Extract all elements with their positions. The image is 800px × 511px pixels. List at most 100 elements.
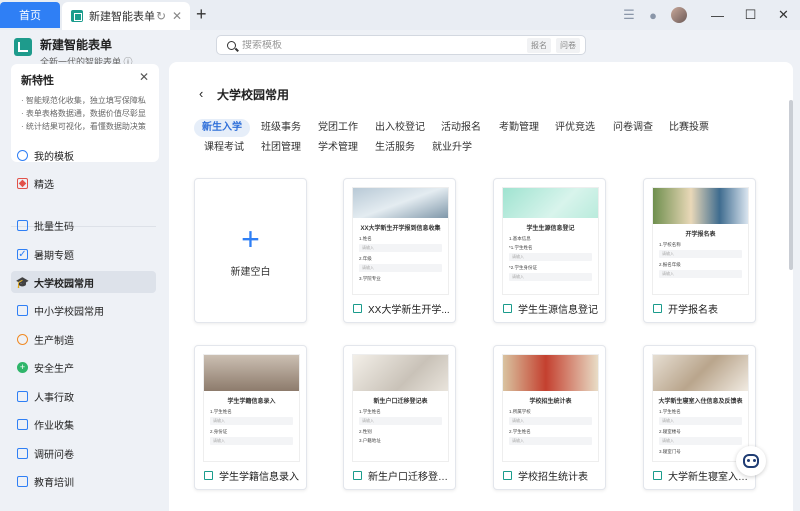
template-thumbnail: 开学报名表 1.学校名称 请输入 2.报名年级 请输入 <box>652 187 749 295</box>
template-thumbnail: XX大学新生开学报到信息收集 1.姓名 请输入 2.年级 请输入 3.学院专业 <box>352 187 449 295</box>
category-tab[interactable]: 比赛投票 <box>661 119 717 137</box>
school-icon <box>17 304 28 316</box>
sidebar-item-safety[interactable]: + 安全生产 <box>11 356 156 378</box>
survey-icon <box>17 447 28 459</box>
feature-line: · 智能规范化收集，独立填写保障私 <box>21 96 146 105</box>
category-tab[interactable]: 新生入学 <box>194 119 250 137</box>
category-tab[interactable]: 出入校登记 <box>367 119 433 137</box>
search-input[interactable] <box>242 39 527 51</box>
form-icon <box>204 470 213 480</box>
sidebar-item-education[interactable]: 教育培训 <box>11 470 156 492</box>
inbox-icon <box>17 418 28 430</box>
search-tag[interactable]: 报名 <box>527 37 551 53</box>
form-icon <box>503 470 512 480</box>
category-tab[interactable]: 活动报名 <box>433 119 489 137</box>
plus-icon: + <box>241 221 260 257</box>
template-card[interactable]: 学校招生统计表 1.所属学校 请输入 2.学生姓名 请输入 学校招生统计表 <box>493 345 606 490</box>
sidebar-item-batch-qr[interactable]: 批量生码 <box>11 214 156 236</box>
search-icon <box>227 40 236 50</box>
category-tab[interactable]: 学术管理 <box>310 139 366 157</box>
category-tab[interactable]: 生活服务 <box>367 139 423 157</box>
user-icon <box>17 149 28 161</box>
form-icon <box>653 303 662 313</box>
form-logo-icon <box>14 38 32 56</box>
new-blank-card[interactable]: + 新建空白 <box>194 178 307 323</box>
template-label: 新生户口迁移登记表 <box>368 471 455 483</box>
sidebar: 新建智能表单 全新一代的智能表单 ⓘ 新特性 ✕ · 智能规范化收集，独立填写保… <box>0 30 168 511</box>
search-tag[interactable]: 问卷 <box>556 37 580 53</box>
sidebar-item-manufacturing[interactable]: 生产制造 <box>11 328 156 350</box>
sidebar-item-university[interactable]: 🎓 大学校园常用 <box>11 271 156 293</box>
template-thumbnail: 学校招生统计表 1.所属学校 请输入 2.学生姓名 请输入 <box>502 354 599 462</box>
assistant-button[interactable] <box>736 446 766 476</box>
form-icon <box>653 470 662 480</box>
menu-icon[interactable]: ☰ <box>617 0 641 30</box>
template-thumbnail: 新生户口迁移登记表 1.学生姓名 请输入 2.性别 3.户籍地址 <box>352 354 449 462</box>
main-panel: ‹ 大学校园常用 新生入学 班级事务 党团工作 出入校登记 活动报名 考勤管理 … <box>169 62 793 511</box>
graduation-cap-icon: 🎓 <box>15 276 30 289</box>
plus-circle-icon: + <box>17 361 28 373</box>
new-features-title: 新特性 <box>21 75 54 87</box>
template-thumbnail: 学生生源信息登记 1.基本信息 *1.学生姓名 请输入 *2.学生身份证 请输入 <box>502 187 599 295</box>
template-thumbnail: 大学新生寝室入住信息及反馈表 1.学生姓名 请输入 2.寝室楼号 请输入 3.寝室门… <box>652 354 749 462</box>
close-window-button[interactable]: ✕ <box>767 0 800 30</box>
id-card-icon <box>17 390 28 402</box>
template-card[interactable]: 新生户口迁移登记表 1.学生姓名 请输入 2.性别 3.户籍地址 新生户口迁移登记… <box>343 345 456 490</box>
category-tab[interactable]: 党团工作 <box>310 119 366 137</box>
new-tab-button[interactable]: + <box>196 4 207 25</box>
tab-label: 新建智能表单 <box>89 11 155 23</box>
page-title: 大学校园常用 <box>217 88 290 102</box>
maximize-button[interactable]: ☐ <box>734 0 767 30</box>
minimize-button[interactable]: — <box>701 0 734 30</box>
close-icon[interactable]: ✕ <box>172 9 182 23</box>
category-tab[interactable]: 班级事务 <box>253 119 309 137</box>
title-bar: 首页 新建智能表单 ↻ ✕ + ☰ ● — ☐ ✕ <box>0 0 800 30</box>
form-app-icon <box>71 10 83 22</box>
feature-line: · 统计结果可视化，看懂数据助决策 <box>21 122 146 131</box>
reload-icon[interactable]: ↻ <box>156 9 166 23</box>
template-card[interactable]: 学生生源信息登记 1.基本信息 *1.学生姓名 请输入 *2.学生身份证 请输入 学… <box>493 178 606 323</box>
template-label: 学校招生统计表 <box>518 471 588 483</box>
category-tab[interactable]: 评优竞选 <box>547 119 603 137</box>
category-tab[interactable]: 就业升学 <box>424 139 480 157</box>
form-icon <box>503 303 512 313</box>
sidebar-item-my-templates[interactable]: 我的模板 <box>11 144 156 166</box>
book-icon <box>17 475 28 487</box>
qrcode-icon <box>17 219 28 231</box>
template-thumbnail: 学生学籍信息录入 1.学生姓名 请输入 2.身份证 请输入 <box>203 354 300 462</box>
chat-icon[interactable]: ● <box>641 0 665 30</box>
category-tab[interactable]: 考勤管理 <box>491 119 547 137</box>
factory-icon <box>17 333 28 345</box>
sidebar-item-featured[interactable]: ◆ 精选 <box>11 172 156 194</box>
tab-new-smart-form[interactable]: 新建智能表单 ↻ ✕ <box>62 2 190 30</box>
sidebar-item-hr[interactable]: 人事行政 <box>11 385 156 407</box>
sidebar-item-homework[interactable]: 作业收集 <box>11 413 156 435</box>
feature-line: · 表单表格数据通，数据价值尽彰显 <box>21 109 146 118</box>
category-tab[interactable]: 社团管理 <box>253 139 309 157</box>
sidebar-item-survey[interactable]: 调研问卷 <box>11 442 156 464</box>
form-icon <box>353 470 362 480</box>
template-label: 学生生源信息登记 <box>518 304 598 316</box>
app-name: 新建智能表单 <box>40 38 113 52</box>
template-card[interactable]: 开学报名表 1.学校名称 请输入 2.报名年级 请输入 开学报名表 <box>643 178 756 323</box>
scrollbar[interactable] <box>789 100 793 270</box>
tab-home[interactable]: 首页 <box>0 2 60 28</box>
calendar-check-icon: ✓ <box>17 248 28 260</box>
search-bar: 报名 问卷 <box>216 35 586 55</box>
form-icon <box>353 303 362 313</box>
category-tab[interactable]: 课程考试 <box>196 139 252 157</box>
avatar[interactable] <box>671 7 687 23</box>
sidebar-item-summer[interactable]: ✓ 暑期专题 <box>11 243 156 265</box>
template-card[interactable]: XX大学新生开学报到信息收集 1.姓名 请输入 2.年级 请输入 3.学院专业 XX… <box>343 178 456 323</box>
template-label: 开学报名表 <box>668 304 718 316</box>
close-icon[interactable]: ✕ <box>139 70 149 84</box>
gem-icon: ◆ <box>17 177 28 189</box>
robot-icon <box>743 454 759 468</box>
template-label: 学生学籍信息录入 <box>219 471 299 483</box>
template-label: XX大学新生开学... <box>368 304 450 316</box>
back-icon[interactable]: ‹ <box>199 86 203 101</box>
category-tab[interactable]: 问卷调查 <box>605 119 661 137</box>
sidebar-item-k12[interactable]: 中小学校园常用 <box>11 299 156 321</box>
blank-card-label: 新建空白 <box>230 267 271 278</box>
template-card[interactable]: 学生学籍信息录入 1.学生姓名 请输入 2.身份证 请输入 学生学籍信息录入 <box>194 345 307 490</box>
